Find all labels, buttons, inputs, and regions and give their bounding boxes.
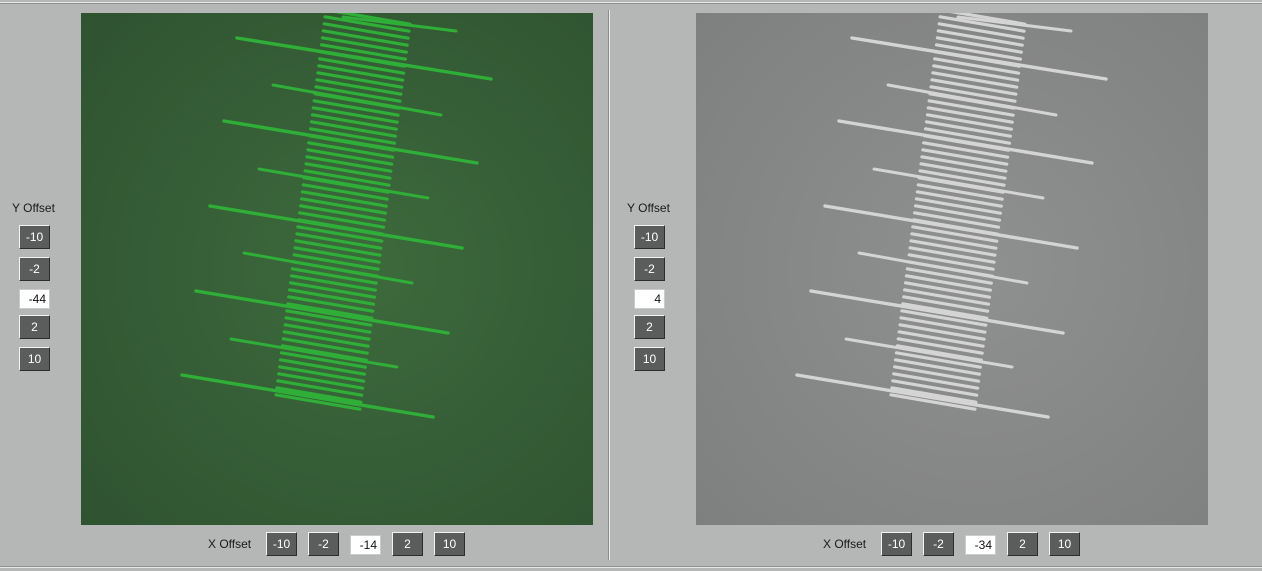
left-camera-panel: Y Offset -10 -2 -44 2 10 X Offset -10 -2… [0,0,620,571]
x-offset-minus10-button[interactable]: -10 [266,532,297,556]
y-offset-label: Y Offset [12,201,55,215]
x-offset-label: X Offset [823,537,867,551]
x-offset-plus10-button[interactable]: 10 [434,532,465,556]
y-offset-value-field[interactable]: 4 [634,289,665,309]
x-offset-label: X Offset [208,537,252,551]
y-offset-plus2-button[interactable]: 2 [19,315,50,339]
gray-test-pattern-image [696,13,1208,525]
x-offset-minus10-button[interactable]: -10 [881,532,912,556]
y-offset-label: Y Offset [627,201,670,215]
y-offset-plus10-button[interactable]: 10 [634,347,665,371]
x-offset-minus2-button[interactable]: -2 [923,532,954,556]
x-offset-minus2-button[interactable]: -2 [308,532,339,556]
x-offset-value-field[interactable]: -34 [965,535,996,555]
x-offset-plus2-button[interactable]: 2 [1007,532,1038,556]
green-test-pattern-image [81,13,593,525]
left-camera-image [81,13,593,525]
right-camera-panel: Y Offset -10 -2 4 2 10 X Offset -10 -2 -… [615,0,1235,571]
y-offset-minus2-button[interactable]: -2 [634,257,665,281]
y-offset-plus2-button[interactable]: 2 [634,315,665,339]
y-offset-minus10-button[interactable]: -10 [634,225,665,249]
x-offset-value-field[interactable]: -14 [350,535,381,555]
y-offset-minus2-button[interactable]: -2 [19,257,50,281]
x-offset-plus10-button[interactable]: 10 [1049,532,1080,556]
x-offset-plus2-button[interactable]: 2 [392,532,423,556]
y-offset-value-field[interactable]: -44 [19,289,50,309]
y-offset-plus10-button[interactable]: 10 [19,347,50,371]
right-camera-image [696,13,1208,525]
y-offset-minus10-button[interactable]: -10 [19,225,50,249]
